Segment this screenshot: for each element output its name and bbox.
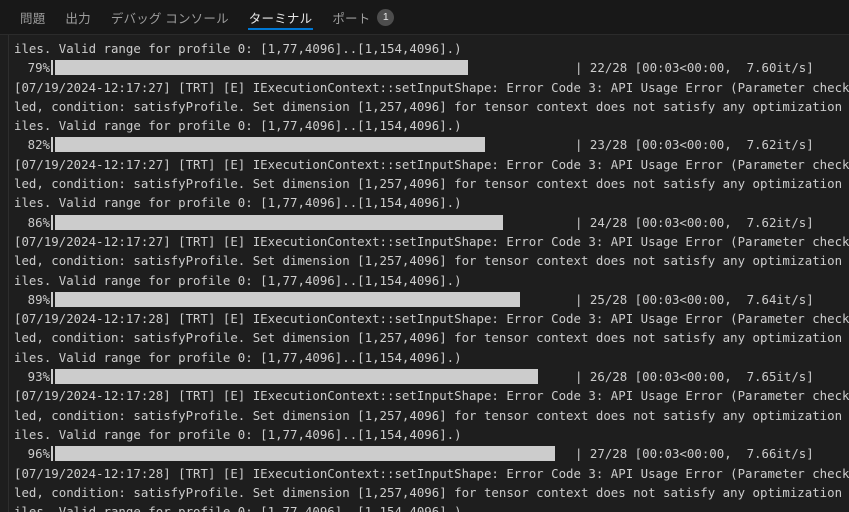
terminal-text-line: [07/19/2024-12:17:28] [TRT] [E] IExecuti… (14, 388, 849, 404)
terminal-text-line: [07/19/2024-12:17:27] [TRT] [E] IExecuti… (14, 79, 849, 95)
progress-bar-stats: | 24/28 [00:03<00:00, 7.62it/s] (575, 214, 814, 230)
panel-tab-0[interactable]: 問題 (10, 0, 55, 35)
panel-tab-label: 出力 (65, 11, 91, 26)
panel-tab-label: デバッグ コンソール (110, 11, 229, 26)
terminal-text-line: [07/19/2024-12:17:27] [TRT] [E] IExecuti… (14, 156, 849, 172)
terminal-text-line: [07/19/2024-12:17:28] [TRT] [E] IExecuti… (14, 465, 849, 481)
terminal-text-line: iles. Valid range for profile 0: [1,77,4… (14, 349, 462, 365)
terminal-text-line: led, condition: satisfyProfile. Set dime… (14, 484, 849, 500)
panel-tab-3[interactable]: ターミナル (239, 0, 323, 35)
panel-tab-4[interactable]: ポート 1 (322, 0, 404, 35)
progress-bar-track (51, 58, 575, 77)
progress-percent-label: 86% (27, 214, 50, 230)
progress-bar-cursor (51, 369, 53, 385)
terminal-progress-bar: 96% | 27/28 [00:03<00:00, 7.66it/s] (14, 444, 847, 463)
panel-tab-1[interactable]: 出力 (55, 0, 100, 35)
progress-bar-track (51, 367, 575, 386)
panel-tab-label: ターミナル (248, 11, 313, 26)
progress-bar-stats: | 26/28 [00:03<00:00, 7.65it/s] (575, 369, 814, 385)
progress-bar-cursor (51, 214, 53, 230)
terminal-text-line: [07/19/2024-12:17:28] [TRT] [E] IExecuti… (14, 311, 849, 327)
terminal-text-line: [07/19/2024-12:17:27] [TRT] [E] IExecuti… (14, 233, 849, 249)
progress-bar-fill (55, 137, 485, 153)
terminal-text-line: led, condition: satisfyProfile. Set dime… (14, 330, 849, 346)
terminal-text-line: led, condition: satisfyProfile. Set dime… (14, 407, 849, 423)
progress-percent-label: 96% (27, 446, 50, 462)
terminal-output: iles. Valid range for profile 0: [1,77,4… (0, 39, 849, 512)
progress-bar-cursor (51, 291, 53, 307)
terminal-text-line: iles. Valid range for profile 0: [1,77,4… (14, 272, 462, 288)
terminal-text-line: iles. Valid range for profile 0: [1,77,4… (14, 41, 462, 56)
progress-percent-label: 79% (27, 60, 50, 76)
progress-percent-label: 82% (27, 137, 50, 153)
terminal-progress-bar: 89% | 25/28 [00:03<00:00, 7.64it/s] (14, 290, 847, 309)
progress-bar-track (51, 213, 575, 232)
progress-bar-fill (55, 60, 468, 76)
progress-bar-stats: | 23/28 [00:03<00:00, 7.62it/s] (575, 137, 814, 153)
progress-bar-track (51, 444, 575, 463)
terminal-progress-bar: 93% | 26/28 [00:03<00:00, 7.65it/s] (14, 367, 847, 386)
progress-bar-stats: | 27/28 [00:03<00:00, 7.66it/s] (575, 446, 814, 462)
panel-tab-2[interactable]: デバッグ コンソール (101, 0, 239, 35)
terminal-text-line: led, condition: satisfyProfile. Set dime… (14, 253, 849, 269)
panel-tab-bar: 問題 出力 デバッグ コンソール ターミナル ポート 1 (0, 0, 849, 35)
progress-bar-stats: | 25/28 [00:03<00:00, 7.64it/s] (575, 291, 814, 307)
terminal-progress-bar: 86% | 24/28 [00:03<00:00, 7.62it/s] (14, 213, 847, 232)
progress-bar-fill (55, 369, 538, 385)
progress-bar-track (51, 290, 575, 309)
progress-bar-fill (55, 291, 520, 307)
progress-bar-cursor (51, 60, 53, 76)
panel-tab-label: 問題 (20, 11, 46, 26)
progress-bar-cursor (51, 446, 53, 462)
terminal-text-line: iles. Valid range for profile 0: [1,77,4… (14, 504, 462, 512)
progress-bar-fill (55, 214, 503, 230)
terminal-text-line: led, condition: satisfyProfile. Set dime… (14, 98, 849, 114)
terminal-text-line: iles. Valid range for profile 0: [1,77,4… (14, 426, 462, 442)
terminal-panel[interactable]: iles. Valid range for profile 0: [1,77,4… (0, 35, 849, 512)
panel-tab-badge: 1 (377, 8, 395, 26)
terminal-progress-bar: 82% | 23/28 [00:03<00:00, 7.62it/s] (14, 135, 847, 154)
progress-bar-track (51, 135, 575, 154)
progress-percent-label: 93% (27, 369, 50, 385)
progress-bar-fill (55, 446, 555, 462)
panel-tab-label: ポート (332, 11, 371, 26)
terminal-text-line: iles. Valid range for profile 0: [1,77,4… (14, 195, 462, 211)
progress-bar-cursor (51, 137, 53, 153)
terminal-text-line: iles. Valid range for profile 0: [1,77,4… (14, 118, 462, 134)
progress-bar-stats: | 22/28 [00:03<00:00, 7.60it/s] (575, 60, 814, 76)
terminal-text-line: led, condition: satisfyProfile. Set dime… (14, 176, 849, 192)
progress-percent-label: 89% (27, 291, 50, 307)
terminal-progress-bar: 79% | 22/28 [00:03<00:00, 7.60it/s] (14, 58, 847, 77)
